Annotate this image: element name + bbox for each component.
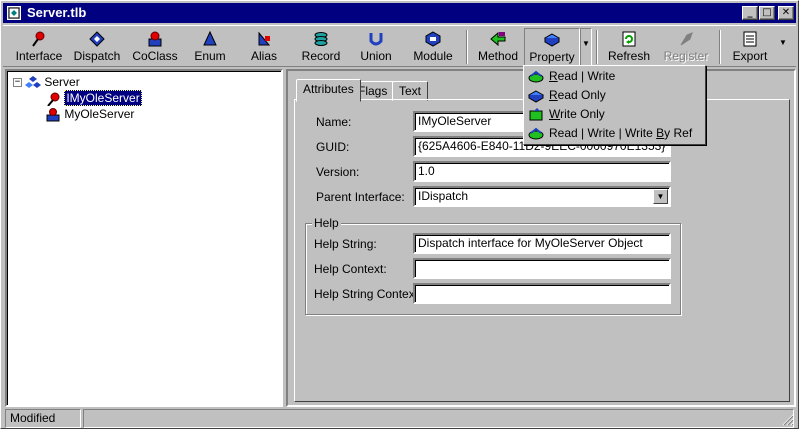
parent-interface-value: IDispatch (418, 189, 469, 203)
refresh-button[interactable]: Refresh (603, 28, 655, 66)
tree-node-label: IMyOleServer (64, 90, 142, 106)
module-icon (425, 31, 441, 47)
parent-interface-select[interactable]: IDispatch ▼ (413, 186, 671, 207)
menu-item-read-write[interactable]: Read | Write (528, 67, 615, 86)
help-string-field[interactable]: Dispatch interface for MyOleServer Objec… (413, 233, 671, 254)
version-label: Version: (316, 165, 360, 179)
tab-attributes[interactable]: Attributes (296, 79, 361, 102)
help-context-label: Help Context: (314, 262, 387, 276)
menu-item-write-only[interactable]: Write Only (528, 105, 605, 124)
tree-node-server[interactable]: Server (25, 74, 80, 90)
toolbar: Interface Dispatch CoClass Enum Alias Re… (3, 25, 796, 67)
pin-icon (47, 92, 60, 106)
export-icon (743, 31, 757, 47)
read-write-icon (528, 70, 544, 83)
read-write-byref-icon (528, 127, 544, 140)
app-window: Server.tlb _ □ ✕ Interface Dispatch CoCl… (0, 0, 799, 429)
menu-item-read-only[interactable]: Read Only (528, 86, 606, 105)
title-bar[interactable]: Server.tlb _ □ ✕ (3, 3, 796, 23)
coclass-button[interactable]: CoClass (127, 28, 183, 66)
help-context-field[interactable] (413, 258, 671, 279)
property-icon (543, 33, 561, 47)
register-button[interactable]: Register (659, 28, 713, 66)
export-button[interactable]: Export (725, 28, 775, 66)
coclass-icon (46, 107, 60, 122)
tab-text[interactable]: Text (392, 81, 429, 101)
resize-grip-icon[interactable] (782, 414, 794, 426)
property-dropdown-arrow[interactable]: ▼ (580, 28, 592, 66)
help-string-context-label: Help String Context: (314, 287, 422, 301)
typelib-icon (7, 6, 21, 20)
help-legend: Help (312, 216, 341, 230)
toolbar-separator (466, 30, 468, 64)
toolbar-separator (719, 30, 721, 64)
status-pane-secondary (83, 409, 794, 428)
version-field[interactable]: 1.0 (413, 161, 671, 182)
alias-icon (258, 31, 271, 46)
maximize-button[interactable]: □ (759, 6, 775, 20)
method-button[interactable]: Method (473, 28, 523, 66)
parent-interface-label: Parent Interface: (316, 190, 405, 204)
property-dropdown-menu: Read | Write Read Only Write Only Read |… (523, 65, 706, 145)
status-text: Modified (5, 409, 81, 428)
module-button[interactable]: Module (407, 28, 459, 66)
property-button[interactable]: Property (524, 28, 580, 66)
method-icon (490, 31, 506, 47)
read-only-icon (528, 90, 545, 103)
tree-node-label: Server (44, 75, 80, 89)
export-dropdown-arrow[interactable]: ▼ (777, 28, 789, 66)
alias-button[interactable]: Alias (239, 28, 289, 66)
union-icon (369, 33, 383, 46)
coclass-icon (148, 31, 162, 47)
toolbar-separator (596, 30, 598, 64)
refresh-icon (622, 31, 636, 47)
write-only-icon (529, 107, 543, 121)
name-label: Name: (316, 115, 352, 129)
pin-icon (32, 31, 45, 47)
guid-label: GUID: (316, 140, 350, 154)
tree-node-myoleserver[interactable]: MyOleServer (45, 106, 134, 122)
dispatch-icon (89, 31, 105, 47)
interface-button[interactable]: Interface (11, 28, 67, 66)
tree-node-label: MyOleServer (64, 107, 135, 121)
dispatch-button[interactable]: Dispatch (69, 28, 125, 66)
union-button[interactable]: Union (353, 28, 399, 66)
library-icon (25, 75, 41, 88)
close-button[interactable]: ✕ (778, 6, 794, 20)
enum-button[interactable]: Enum (185, 28, 235, 66)
window-title: Server.tlb (27, 5, 87, 20)
type-library-tree[interactable]: − Server IMyOleServer MyOleServer (5, 69, 283, 407)
chevron-down-icon[interactable]: ▼ (653, 189, 668, 204)
help-string-context-field[interactable] (413, 283, 671, 304)
enum-icon (203, 30, 217, 46)
register-icon (680, 32, 693, 46)
menu-item-read-write-byref[interactable]: Read | Write | Write By Ref (528, 124, 692, 143)
help-string-label: Help String: (314, 237, 377, 251)
tree-node-imyoleserver[interactable]: IMyOleServer (45, 90, 142, 106)
record-button[interactable]: Record (295, 28, 347, 66)
record-icon (314, 32, 328, 46)
minimize-button[interactable]: _ (742, 6, 758, 20)
tree-expander[interactable]: − (13, 78, 22, 87)
status-bar: Modified (3, 409, 796, 428)
